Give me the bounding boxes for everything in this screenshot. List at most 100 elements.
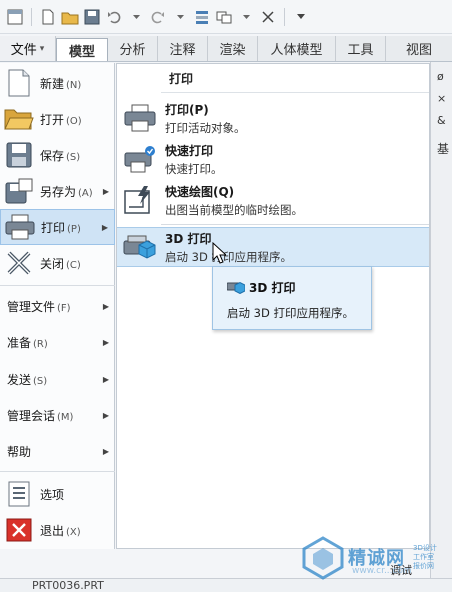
menu-item-close[interactable]: 关闭 (C) xyxy=(0,245,115,281)
file-menu: 新建 (N) 打开 (O) 保存 (S) 另存为 (A) ▶ 打印 (P) ▶ 关闭 (C) xyxy=(0,63,115,549)
submenu-item-quick-plot[interactable]: 快速绘图(Q) 出图当前模型的临时绘图。 xyxy=(117,180,429,220)
save-icon[interactable] xyxy=(83,8,101,26)
menu-item-label: 另存为 (A) xyxy=(40,184,93,199)
printer-icon xyxy=(123,102,157,134)
submenu-item-desc: 出图当前模型的临时绘图。 xyxy=(165,202,303,217)
submenu-item-text: 快速打印 快速打印。 xyxy=(165,142,223,177)
new-file-icon[interactable] xyxy=(39,8,57,26)
submenu-item-desc: 快速打印。 xyxy=(165,161,223,176)
menu-item-label: 打印 (P) xyxy=(41,220,81,235)
menu-item-label: 选项 xyxy=(40,487,65,502)
submenu-heading: 打印 xyxy=(169,72,194,86)
model-tree-strip: PRT0036.PRT xyxy=(0,578,452,592)
chevron-right-icon: ▶ xyxy=(102,410,109,420)
menu-item-save-as[interactable]: 另存为 (A) ▶ xyxy=(0,173,115,209)
model-tree-file[interactable]: PRT0036.PRT xyxy=(32,579,104,592)
strip-glyph: & xyxy=(437,114,446,127)
submenu-item-title: 快速绘图(Q) xyxy=(165,184,235,199)
dropdown-arrow-icon[interactable] xyxy=(127,8,145,26)
customize-dropdown-icon[interactable] xyxy=(292,8,310,26)
options-icon xyxy=(3,479,35,509)
tab-label: 渲染 xyxy=(219,43,246,58)
chevron-right-icon: ▶ xyxy=(102,446,109,456)
close-icon xyxy=(3,248,35,278)
quick-access-toolbar xyxy=(0,0,452,34)
menu-item-options[interactable]: 选项 xyxy=(0,476,115,512)
tab-render[interactable]: 渲染 xyxy=(208,36,258,61)
strip-glyph: × xyxy=(437,92,447,105)
submenu-item-title: 快速打印 xyxy=(165,143,214,158)
tab-analysis[interactable]: 分析 xyxy=(108,36,158,61)
chevron-down-icon: ▾ xyxy=(39,43,45,54)
exit-icon xyxy=(3,515,35,545)
menu-item-exit[interactable]: 退出 (X) xyxy=(0,512,115,548)
chevron-right-icon: ▶ xyxy=(101,222,108,232)
regenerate-icon[interactable] xyxy=(193,8,211,26)
menu-item-label: 准备 (R) xyxy=(7,335,48,350)
menu-item-label: 保存 (S) xyxy=(40,148,81,163)
dropdown-arrow-icon[interactable] xyxy=(237,8,255,26)
watermark-url: www.cr...com xyxy=(352,566,412,576)
tab-manikin[interactable]: 人体模型 xyxy=(258,36,336,61)
tab-file-label: 文件 xyxy=(10,43,37,58)
3d-print-icon xyxy=(123,231,157,263)
quick-drawing-icon xyxy=(123,184,157,216)
3d-print-icon xyxy=(226,278,246,297)
window-icon[interactable] xyxy=(6,8,24,26)
submenu-item-quick-print[interactable]: 快速打印 快速打印。 xyxy=(117,139,429,179)
menu-item-label: 关闭 (C) xyxy=(40,256,81,271)
strip-label: 基 xyxy=(437,142,450,156)
tab-label: 注释 xyxy=(169,43,196,58)
menu-item-new[interactable]: 新建 (N) xyxy=(0,65,115,101)
menu-item-open[interactable]: 打开 (O) xyxy=(0,101,115,137)
submenu-item-print[interactable]: 打印(P) 打印活动对象。 xyxy=(117,98,429,138)
submenu-item-desc: 打印活动对象。 xyxy=(165,120,246,135)
save-as-icon xyxy=(3,176,35,206)
menu-item-help[interactable]: 帮助 ▶ xyxy=(0,438,115,464)
submenu-item-title: 打印(P) xyxy=(165,102,209,117)
tab-label: 分析 xyxy=(119,43,146,58)
menu-item-label: 新建 (N) xyxy=(40,76,82,91)
open-folder-icon xyxy=(3,104,35,134)
watermark: 精诚网 3D设计 工作室 报价网 www.cr...com xyxy=(300,536,440,580)
menu-divider xyxy=(0,471,115,472)
submenu-item-text: 快速绘图(Q) 出图当前模型的临时绘图。 xyxy=(165,183,303,218)
menu-item-label: 管理文件 (F) xyxy=(7,299,71,314)
save-icon xyxy=(3,140,35,170)
chevron-right-icon: ▶ xyxy=(102,301,109,311)
menu-item-save[interactable]: 保存 (S) xyxy=(0,137,115,173)
mouse-cursor-icon xyxy=(212,241,228,267)
menu-divider xyxy=(0,285,115,286)
tab-annotate[interactable]: 注释 xyxy=(158,36,208,61)
tab-view[interactable]: 视图 xyxy=(386,36,452,61)
tab-tools[interactable]: 工具 xyxy=(336,36,386,61)
menu-item-prepare[interactable]: 准备 (R) ▶ xyxy=(0,329,115,355)
chevron-right-icon: ▶ xyxy=(102,186,109,196)
menu-item-label: 管理会话 (M) xyxy=(7,408,74,423)
tab-file[interactable]: 文件 ▾ xyxy=(0,36,56,61)
dropdown-arrow-icon[interactable] xyxy=(171,8,189,26)
windows-icon[interactable] xyxy=(215,8,233,26)
close-window-icon[interactable] xyxy=(259,8,277,26)
menu-item-print[interactable]: 打印 (P) ▶ xyxy=(0,209,115,245)
open-folder-icon[interactable] xyxy=(61,8,79,26)
chevron-right-icon: ▶ xyxy=(102,374,109,384)
quick-print-icon xyxy=(123,143,157,175)
ribbon-tabs: 文件 ▾ 模型 分析 注释 渲染 人体模型 工具 视图 xyxy=(0,36,452,62)
tab-label: 视图 xyxy=(405,43,432,58)
menu-item-manage-session[interactable]: 管理会话 (M) ▶ xyxy=(0,402,115,428)
chevron-right-icon: ▶ xyxy=(102,337,109,347)
menu-item-send[interactable]: 发送 (S) ▶ xyxy=(0,366,115,392)
menu-item-manage-files[interactable]: 管理文件 (F) ▶ xyxy=(0,293,115,319)
heading-divider xyxy=(161,92,429,93)
submenu-item-3d-print[interactable]: 3D 打印 启动 3D 打印应用程序。 xyxy=(117,227,429,267)
watermark-logo-icon xyxy=(302,536,344,580)
strip-glyph: ø xyxy=(437,70,444,83)
menu-item-label: 退出 (X) xyxy=(40,523,81,538)
menu-item-label: 打开 (O) xyxy=(40,112,82,127)
watermark-side-text: 3D设计 工作室 报价网 xyxy=(413,544,437,570)
submenu-item-text: 打印(P) 打印活动对象。 xyxy=(165,101,246,136)
tab-model[interactable]: 模型 xyxy=(56,38,108,61)
redo-icon[interactable] xyxy=(149,8,167,26)
undo-icon[interactable] xyxy=(105,8,123,26)
